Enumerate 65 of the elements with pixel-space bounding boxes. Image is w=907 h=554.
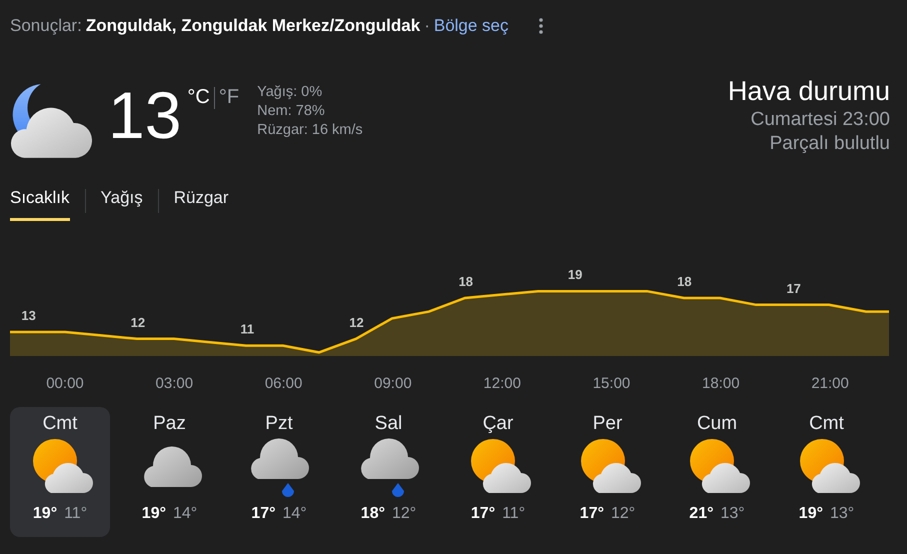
time-label: 03:00 (156, 375, 194, 390)
day-name: Sal (374, 413, 402, 435)
day-name: Cum (696, 413, 738, 435)
temperature-label: 11 (240, 322, 254, 337)
condition-text: Parçalı bulutlu (770, 133, 890, 155)
choose-region-link[interactable]: Bölge seç (434, 16, 509, 36)
time-label: 12:00 (483, 375, 521, 390)
high-temperature: 17° (580, 505, 604, 523)
temperature-label: 17 (786, 280, 801, 296)
weather-title: Hava durumu (728, 76, 890, 107)
day-forecast-card[interactable]: Sal 18° 12° (338, 407, 438, 537)
day-forecast-card[interactable]: Pzt 17° 14° (229, 407, 329, 537)
day-name: Per (592, 413, 622, 435)
high-temperature: 19° (32, 505, 58, 523)
high-temperature: 19° (798, 505, 823, 523)
tab[interactable]: Sıcaklık (10, 182, 70, 220)
day-forecast-card[interactable]: Cmt 19° 13° (776, 407, 876, 537)
time-label: 18:00 (702, 375, 740, 390)
low-temperature: 14° (282, 505, 307, 523)
temperature-label: 19 (568, 267, 582, 282)
more-options-icon[interactable] (538, 18, 543, 34)
current-temperature: 13 (108, 80, 182, 150)
low-temperature: 12° (611, 505, 636, 523)
temperature-label: 18 (458, 274, 474, 289)
low-temperature: 13° (720, 505, 745, 523)
day-forecast-card[interactable]: Cum 21° 13° (667, 407, 767, 537)
high-temperature: 19° (142, 505, 166, 523)
low-temperature: 11° (502, 505, 526, 523)
day-name: Çar (482, 413, 514, 435)
high-temperature: 17° (251, 505, 276, 523)
temperature-label: 13 (21, 308, 36, 323)
separator-dot: · (424, 16, 430, 36)
weather-detail: Yağış: 0% (257, 84, 324, 100)
low-temperature: 14° (173, 505, 198, 523)
day-name: Paz (153, 413, 186, 435)
low-temperature: 11° (64, 505, 88, 523)
high-temperature: 18° (360, 505, 385, 523)
day-name: Pzt (265, 413, 293, 435)
day-name: Cmt (809, 413, 844, 435)
time-label: 09:00 (374, 375, 412, 390)
tab[interactable]: Rüzgar (174, 182, 229, 220)
location-name: Zonguldak, Zonguldak Merkez/Zonguldak (86, 16, 420, 36)
date-time: Cumartesi 23:00 (750, 109, 890, 131)
low-temperature: 13° (830, 505, 854, 523)
temperature-label: 12 (130, 314, 146, 330)
results-label: Sonuçlar: (10, 16, 82, 36)
low-temperature: 12° (392, 505, 416, 523)
time-label: 00:00 (46, 375, 84, 390)
time-label: 15:00 (592, 375, 630, 390)
unit-toggle[interactable]: °C (187, 86, 210, 109)
high-temperature: 21° (689, 505, 714, 523)
temperature-label: 18 (677, 274, 692, 289)
temperature-label: 12 (349, 314, 364, 330)
day-forecast-card[interactable]: Paz 19° 14° (120, 407, 220, 537)
unit-toggle[interactable]: °F (218, 86, 240, 109)
time-label: 21:00 (811, 375, 849, 390)
day-forecast-card[interactable]: Cmt 19° 11° (10, 407, 110, 537)
day-forecast-card[interactable]: Per 17° 12° (558, 407, 658, 537)
day-forecast-card[interactable]: Çar 17° 11° (448, 407, 548, 537)
time-label: 06:00 (264, 375, 302, 390)
tab[interactable]: Yağış (100, 182, 143, 220)
day-name: Cmt (42, 413, 78, 435)
weather-detail: Rüzgar: 16 km/s (257, 122, 363, 138)
weather-detail: Nem: 78% (257, 103, 326, 119)
high-temperature: 17° (470, 505, 496, 523)
